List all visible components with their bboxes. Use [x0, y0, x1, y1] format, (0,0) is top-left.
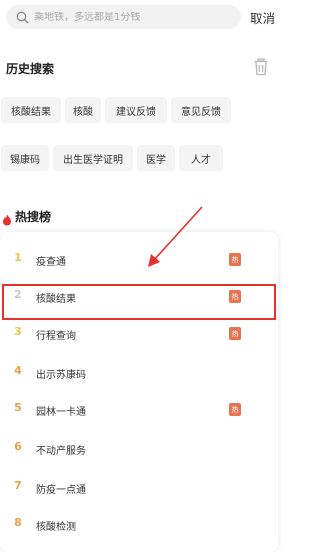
search-icon — [12, 7, 32, 27]
hot-item[interactable]: 6 不动产服务 — [0, 431, 278, 467]
rank-number: 1 — [14, 251, 22, 264]
hot-item-label: 行程查询 — [36, 331, 76, 342]
history-chip[interactable]: 医学 — [137, 145, 175, 171]
hot-item-label: 防疫一点通 — [36, 485, 86, 496]
hot-item-label: 不动产服务 — [36, 446, 86, 457]
hot-list-card: 1 疫查通 热 2 核酸结果 热 3 行程查询 热 4 出示苏康码 5 园林一卡… — [0, 232, 278, 552]
hot-item[interactable]: 8 核酸检测 — [0, 507, 278, 543]
cancel-button[interactable]: 取消 — [250, 8, 275, 27]
rank-number: 6 — [14, 440, 22, 453]
hot-badge: 热 — [229, 253, 241, 266]
fire-icon — [2, 211, 12, 225]
rank-number: 4 — [14, 364, 22, 377]
history-chip[interactable]: 核酸 — [65, 97, 101, 123]
rank-number: 3 — [14, 325, 22, 338]
hot-badge: 热 — [229, 327, 241, 340]
hot-item[interactable]: 3 行程查询 热 — [0, 316, 278, 352]
hot-item-label: 园林一卡通 — [36, 407, 86, 418]
history-chip[interactable]: 意见反馈 — [171, 97, 231, 123]
hot-item-label: 疫查通 — [36, 257, 66, 268]
highlight-box — [2, 284, 276, 320]
hot-item[interactable]: 4 出示苏康码 — [0, 355, 278, 391]
hot-item[interactable]: 7 防疫一点通 — [0, 470, 278, 506]
history-title: 历史搜索 — [6, 62, 55, 76]
history-chip[interactable]: 锡康码 — [1, 145, 49, 171]
hot-list-title: 热搜榜 — [15, 210, 52, 224]
hot-badge: 热 — [229, 403, 241, 416]
history-chip[interactable]: 出生医学证明 — [53, 145, 133, 171]
hot-item[interactable]: 1 疫查通 热 — [0, 242, 278, 278]
rank-number: 5 — [14, 401, 22, 414]
history-chip[interactable]: 人才 — [179, 145, 223, 171]
hot-item-label: 核酸检测 — [36, 522, 76, 533]
rank-number: 7 — [14, 479, 22, 492]
annotation-arrow — [148, 206, 203, 267]
trash-icon[interactable] — [253, 58, 269, 76]
history-chip[interactable]: 核酸结果 — [1, 97, 61, 123]
search-input[interactable] — [32, 11, 224, 23]
hot-item-label: 出示苏康码 — [36, 370, 86, 381]
search-bar[interactable] — [6, 5, 241, 29]
history-chip[interactable]: 建议反馈 — [105, 97, 167, 123]
rank-number: 8 — [14, 516, 22, 529]
hot-list-header: 热搜榜 — [2, 208, 51, 225]
hot-item[interactable]: 5 园林一卡通 热 — [0, 392, 278, 428]
